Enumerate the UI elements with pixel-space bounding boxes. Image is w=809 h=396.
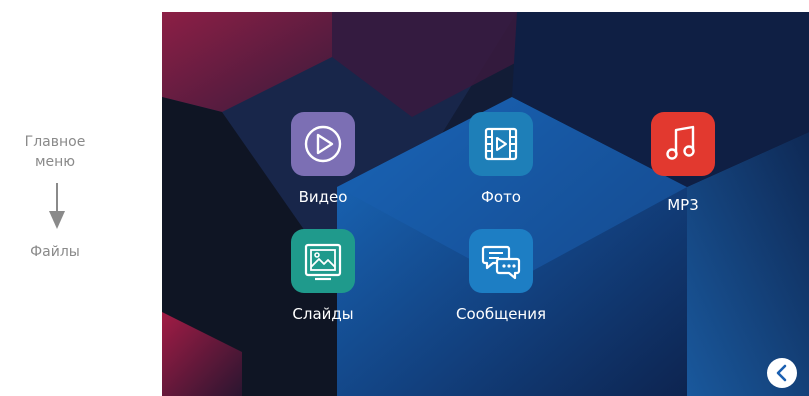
film-icon (484, 127, 518, 161)
app-video[interactable]: Видео (258, 112, 388, 206)
app-messages-tile (469, 229, 533, 293)
app-messages[interactable]: Сообщения (436, 229, 566, 323)
play-icon (304, 125, 342, 163)
main-menu-label: Главное меню (24, 134, 86, 170)
app-mp3-label: MP3 (667, 196, 699, 214)
app-slides[interactable]: Слайды (258, 229, 388, 323)
app-video-tile (291, 112, 355, 176)
chevron-left-icon (776, 364, 787, 382)
app-photo[interactable]: Фото (436, 112, 566, 206)
picture-icon (304, 243, 342, 281)
app-slides-tile (291, 229, 355, 293)
app-photo-label: Фото (480, 188, 521, 206)
files-label: Файлы (30, 244, 80, 260)
chat-icon (481, 245, 521, 280)
device-screen: Видео Фото MP3 Слайды Сообщения (162, 12, 809, 396)
sidebar: Главное меню Файлы (0, 0, 160, 396)
app-messages-label: Сообщения (455, 305, 546, 323)
music-note-icon (666, 125, 695, 160)
app-mp3[interactable]: MP3 (618, 112, 748, 214)
app-photo-tile (469, 112, 533, 176)
app-video-label: Видео (298, 188, 348, 206)
back-button[interactable] (767, 358, 797, 388)
app-slides-label: Слайды (292, 305, 354, 323)
app-mp3-tile (651, 112, 715, 176)
arrow-down-icon (49, 183, 65, 233)
